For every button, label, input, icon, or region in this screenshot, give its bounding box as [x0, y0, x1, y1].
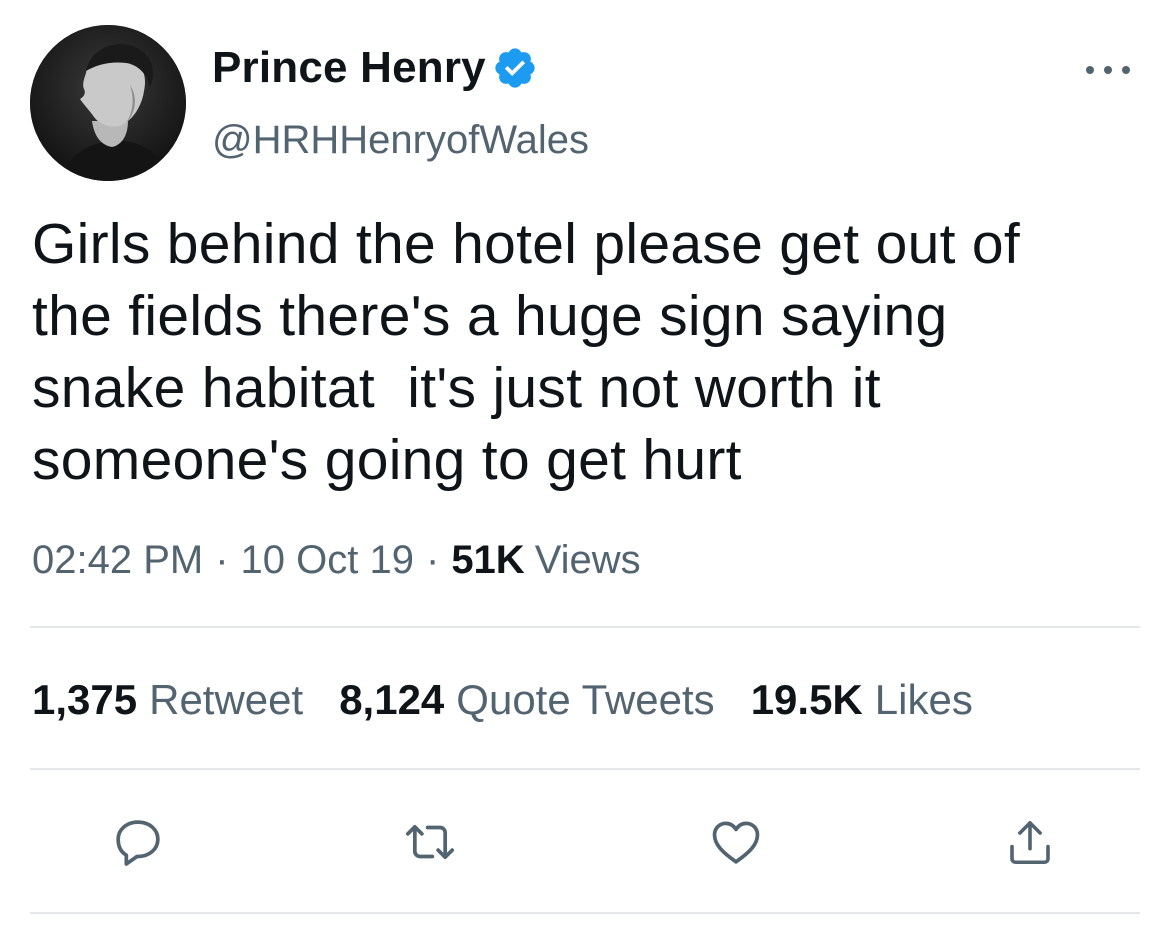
retweet-count: 1,375: [32, 676, 138, 723]
more-options-icon[interactable]: [1086, 55, 1130, 85]
verified-badge-icon: [492, 45, 538, 91]
views-label: Views: [534, 538, 641, 582]
retweet-label: Retweet: [149, 676, 304, 723]
reply-icon: [116, 820, 160, 866]
more-dot: [1104, 66, 1112, 74]
likes-stat[interactable]: 19.5K Likes: [751, 676, 973, 724]
tweet-text: Girls behind the hotel please get out of…: [32, 212, 1020, 492]
retweet-stat[interactable]: 1,375 Retweet: [32, 676, 303, 724]
tweet-time[interactable]: 02:42 PM: [32, 538, 203, 583]
meta-separator: ·: [215, 538, 229, 582]
author-display-name[interactable]: Prince Henry: [212, 43, 486, 93]
author-name-row: Prince Henry: [212, 38, 538, 98]
divider: [30, 768, 1140, 770]
likes-label: Likes: [874, 676, 973, 723]
more-dot: [1122, 66, 1130, 74]
tweet-actions: [0, 800, 1170, 884]
meta-separator: ·: [425, 538, 440, 582]
views-count: 51K: [451, 538, 525, 582]
author-handle[interactable]: @HRHHenryofWales: [212, 118, 589, 163]
tweet-detail: Prince Henry @HRHHenryofWales Girls behi…: [0, 0, 1170, 933]
share-button[interactable]: [996, 808, 1064, 876]
tweet-stats: 1,375 Retweet 8,124 Quote Tweets 19.5K Like…: [32, 676, 973, 724]
avatar[interactable]: [30, 25, 186, 181]
tweet-date[interactable]: 10 Oct 19: [241, 538, 414, 583]
heart-icon: [712, 821, 760, 864]
divider: [30, 626, 1140, 628]
tweet-meta: 02:42 PM · 10 Oct 19 · 51K Views: [32, 538, 641, 583]
likes-count: 19.5K: [750, 676, 863, 723]
more-dot: [1086, 66, 1094, 74]
retweet-button[interactable]: [396, 808, 464, 876]
like-button[interactable]: [702, 808, 770, 876]
quote-tweets-stat[interactable]: 8,124 Quote Tweets: [339, 676, 715, 724]
retweet-icon: [405, 824, 455, 860]
quote-tweets-count: 8,124: [339, 676, 445, 723]
share-icon: [1010, 821, 1050, 865]
quote-tweets-label: Quote Tweets: [456, 676, 715, 723]
divider: [30, 912, 1140, 914]
reply-button[interactable]: [104, 808, 172, 876]
profile-photo-icon: [30, 25, 186, 181]
